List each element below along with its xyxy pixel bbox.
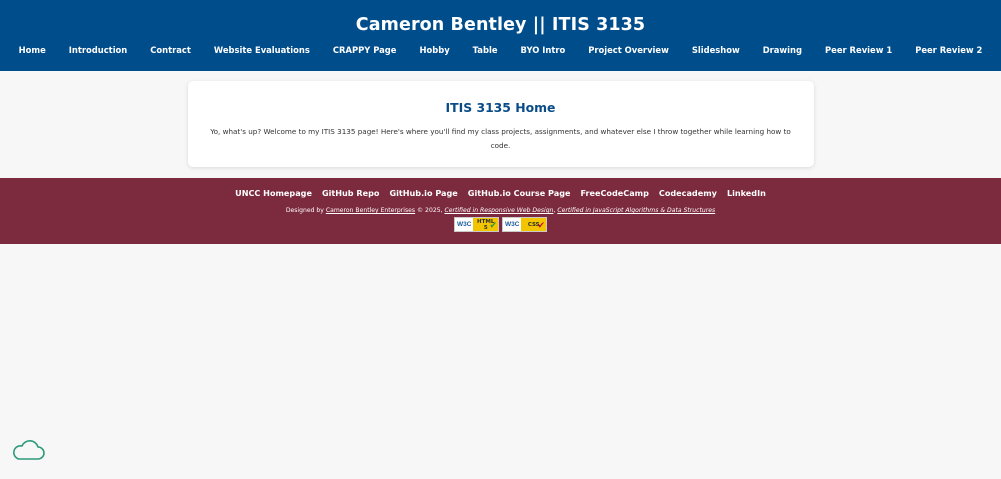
nav-table[interactable]: Table <box>461 44 509 56</box>
nav-byo-intro[interactable]: BYO Intro <box>509 44 577 56</box>
nav-hobby[interactable]: Hobby <box>408 44 461 56</box>
main-content: ITIS 3135 Home Yo, what's up? Welcome to… <box>0 71 1001 178</box>
cloud-icon[interactable] <box>11 438 46 463</box>
footer-links: UNCC Homepage GitHub Repo GitHub.io Page… <box>0 187 1001 199</box>
footer-link-github-repo[interactable]: GitHub Repo <box>317 187 385 199</box>
w3c-logo-text: W3C <box>457 221 472 228</box>
nav-peer-review-1[interactable]: Peer Review 1 <box>814 44 904 56</box>
main-nav: Home Introduction Contract Website Evalu… <box>0 44 1001 56</box>
nav-project-overview[interactable]: Project Overview <box>577 44 681 56</box>
cert-javascript-link[interactable]: Certified in JavaScript Algorithms & Dat… <box>557 207 715 214</box>
footer-link-codecademy[interactable]: Codecademy <box>654 187 722 199</box>
footer-link-github-io-page[interactable]: GitHub.io Page <box>384 187 462 199</box>
check-icon: ✔ <box>537 221 545 231</box>
designed-by-text: Designed by <box>285 207 326 214</box>
footer-link-github-io-course-page[interactable]: GitHub.io Course Page <box>463 187 576 199</box>
footer-link-uncc-homepage[interactable]: UNCC Homepage <box>230 187 317 199</box>
intro-text: Yo, what's up? Welcome to my ITIS 3135 p… <box>210 127 791 150</box>
nav-slideshow[interactable]: Slideshow <box>680 44 751 56</box>
site-footer: UNCC Homepage GitHub Repo GitHub.io Page… <box>0 178 1001 244</box>
credits-line: Designed by Cameron Bentley Enterprises … <box>0 206 1001 215</box>
html-tag-line2: 5 <box>483 224 488 231</box>
check-icon: ✔ <box>489 221 497 231</box>
copyright-text: © 2025, <box>415 207 445 214</box>
w3c-logo-text: W3C <box>505 221 520 228</box>
nav-introduction[interactable]: Introduction <box>57 44 138 56</box>
css-validator-badge[interactable]: W3C CSS ✔ <box>502 217 547 232</box>
validator-badges: W3C HTML 5 ✔ W3C CSS ✔ <box>0 217 1001 232</box>
nav-website-evaluations[interactable]: Website Evaluations <box>202 44 321 56</box>
cert-responsive-link[interactable]: Certified in Responsive Web Design <box>444 207 553 214</box>
home-card: ITIS 3135 Home Yo, what's up? Welcome to… <box>187 81 814 167</box>
footer-link-linkedin[interactable]: LinkedIn <box>722 187 771 199</box>
designer-link[interactable]: Cameron Bentley Enterprises <box>326 207 415 214</box>
nav-home[interactable]: Home <box>7 44 57 56</box>
site-title: Cameron Bentley || ITIS 3135 <box>355 15 646 35</box>
nav-crappy-page[interactable]: CRAPPY Page <box>321 44 408 56</box>
nav-contract[interactable]: Contract <box>139 44 203 56</box>
html-validator-badge[interactable]: W3C HTML 5 ✔ <box>454 217 499 232</box>
site-header: Cameron Bentley || ITIS 3135 Home Introd… <box>0 0 1001 71</box>
nav-peer-review-2[interactable]: Peer Review 2 <box>904 44 994 56</box>
nav-drawing[interactable]: Drawing <box>751 44 813 56</box>
footer-link-freecodecamp[interactable]: FreeCodeCamp <box>575 187 653 199</box>
page-heading: ITIS 3135 Home <box>445 100 556 115</box>
